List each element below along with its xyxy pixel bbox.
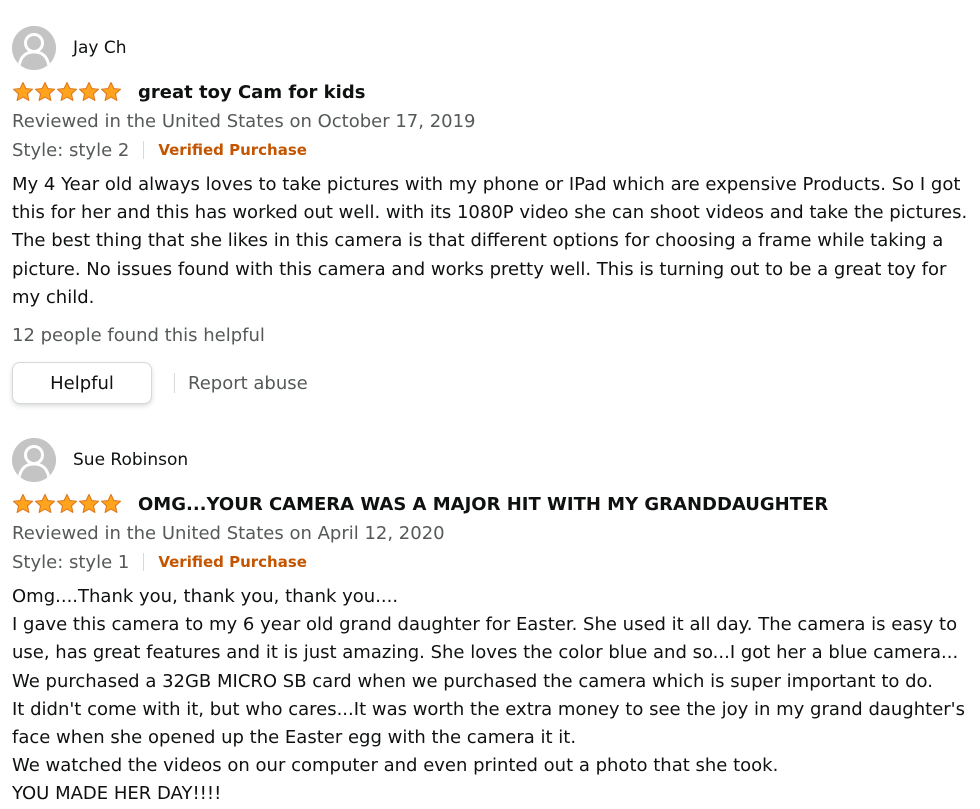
review-title[interactable]: OMG...YOUR CAMERA WAS A MAJOR HIT WITH M… xyxy=(138,494,828,515)
style-label[interactable]: Style: style 2 xyxy=(12,140,129,161)
review-paragraph: Omg....Thank you, thank you, thank you..… xyxy=(12,586,399,607)
style-label[interactable]: Style: style 1 xyxy=(12,552,129,573)
star-icon xyxy=(100,81,122,101)
report-abuse-link[interactable]: Report abuse xyxy=(188,373,308,394)
reviewer-name[interactable]: Sue Robinson xyxy=(73,450,188,470)
avatar xyxy=(12,26,56,70)
star-rating[interactable] xyxy=(12,81,124,103)
review-card: Jay Ch great toy Cam for kids Reviewed i… xyxy=(12,26,976,405)
review-paragraph: It didn't come with it, but who cares...… xyxy=(12,698,965,749)
divider xyxy=(143,553,145,571)
review-date: Reviewed in the United States on October… xyxy=(12,111,476,132)
review-meta: Style: style 1 Verified Purchase xyxy=(12,549,976,575)
review-body: My 4 Year old always loves to take pictu… xyxy=(12,171,976,312)
divider xyxy=(174,373,175,394)
star-icon xyxy=(56,81,78,101)
reviewer-profile[interactable]: Sue Robinson xyxy=(12,438,976,482)
review-paragraph: YOU MADE HER DAY!!!! xyxy=(12,783,222,805)
review-paragraph: My 4 Year old always loves to take pictu… xyxy=(12,174,968,308)
star-icon xyxy=(34,81,56,101)
review-paragraph: We purchased a 32GB MICRO SB card when w… xyxy=(12,670,933,692)
review-title-row: OMG...YOUR CAMERA WAS A MAJOR HIT WITH M… xyxy=(12,491,976,517)
review-actions: Helpful Report abuse xyxy=(12,362,976,405)
person-silhouette-icon xyxy=(12,26,56,70)
star-icon xyxy=(100,493,122,513)
review-paragraph: I gave this camera to my 6 year old gran… xyxy=(12,614,959,664)
review-date: Reviewed in the United States on April 1… xyxy=(12,523,445,544)
review-title-row: great toy Cam for kids xyxy=(12,79,976,105)
star-icon xyxy=(34,493,56,513)
avatar xyxy=(12,438,56,482)
reviewer-name[interactable]: Jay Ch xyxy=(73,38,127,58)
divider xyxy=(143,141,145,159)
star-icon xyxy=(12,493,34,513)
person-silhouette-icon xyxy=(12,438,56,482)
helpful-button[interactable]: Helpful xyxy=(12,362,152,405)
star-icon xyxy=(78,493,100,513)
verified-purchase-badge: Verified Purchase xyxy=(158,553,307,571)
review-card: Sue Robinson OMG...YOUR CAMERA WAS A MAJ… xyxy=(12,438,976,809)
reviewer-profile[interactable]: Jay Ch xyxy=(12,26,976,70)
star-icon xyxy=(12,81,34,101)
review-meta: Style: style 2 Verified Purchase xyxy=(12,137,976,163)
star-icon xyxy=(78,81,100,101)
verified-purchase-badge: Verified Purchase xyxy=(158,141,307,159)
star-rating[interactable] xyxy=(12,493,124,515)
review-paragraph: We watched the videos on our computer an… xyxy=(12,755,779,777)
star-icon xyxy=(56,493,78,513)
review-title[interactable]: great toy Cam for kids xyxy=(138,82,365,103)
helpful-count: 12 people found this helpful xyxy=(12,325,265,347)
review-body: Omg....Thank you, thank you, thank you..… xyxy=(12,583,976,809)
